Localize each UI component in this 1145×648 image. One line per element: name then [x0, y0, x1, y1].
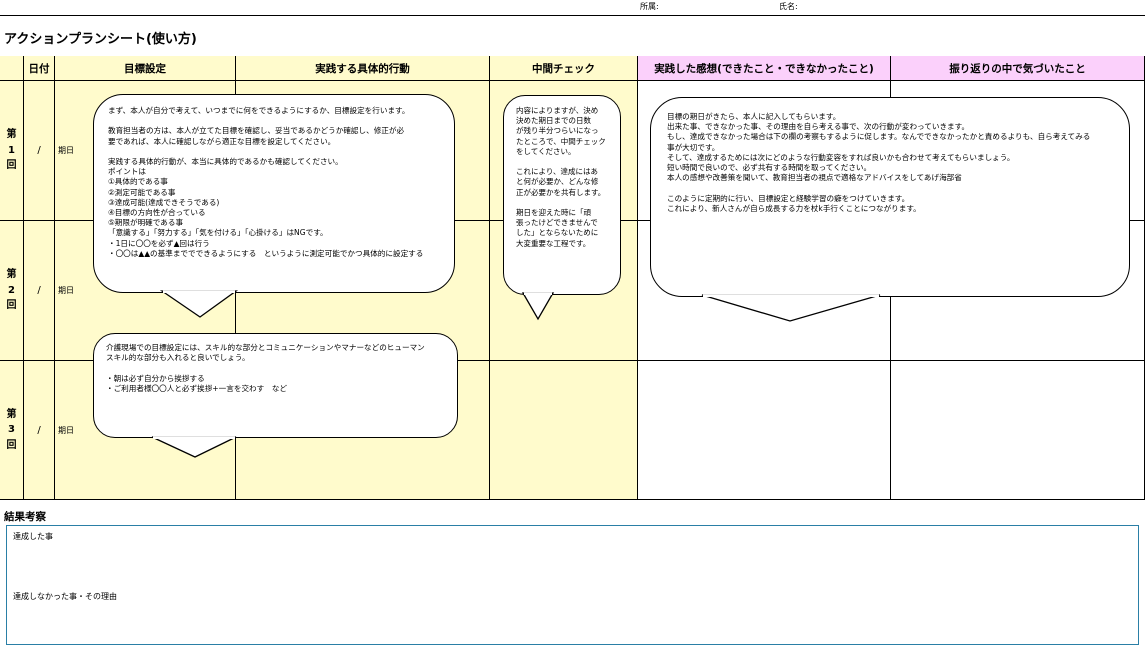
row-label-1: 第1回 [0, 81, 24, 221]
achieved-label: 達成した事 [13, 532, 53, 541]
header-goal: 目標設定 [55, 56, 236, 81]
mid-check-callout: 内容によりますが、決め 決めた期日までの日数 が残り半分つらいになっ たところで… [503, 95, 621, 295]
impression-callout-tail [701, 294, 881, 322]
header-blank [0, 56, 24, 81]
date-cell-2[interactable]: / [24, 221, 55, 361]
header-reflection: 振り返りの中で気づいたこと [891, 56, 1145, 81]
care-goal-callout-tail [151, 436, 237, 458]
impression-cell-3[interactable] [638, 361, 891, 500]
results-title: 結果考察 [4, 511, 46, 523]
affiliation-label: 所属: [640, 2, 659, 11]
name-label: 氏名: [779, 2, 798, 11]
date-cell-1[interactable]: / [24, 81, 55, 221]
results-box[interactable]: 達成した事 達成しなかった事・その理由 [6, 525, 1139, 645]
reflection-cell-3[interactable] [891, 361, 1145, 500]
deadline-label: 期日 [58, 425, 74, 435]
header-action: 実践する具体的行動 [236, 56, 490, 81]
care-goal-callout: 介護現場での目標設定には、スキル的な部分とコミュニケーションやマナーなどのヒュー… [93, 333, 458, 438]
mid-check-cell-3[interactable] [490, 361, 638, 500]
goal-guide-callout: まず、本人が自分で考えて、いつまでに何をできるようにするか、目標設定を行います。… [93, 94, 455, 293]
header-impression: 実践した感想(できたこと・できなかったこと) [638, 56, 891, 81]
row-label-2: 第2回 [0, 221, 24, 361]
deadline-label: 期日 [58, 286, 74, 295]
page-title: アクションプランシート(使い方) [4, 32, 197, 47]
header-divider [0, 15, 1145, 16]
date-cell-3[interactable]: / [24, 361, 55, 500]
impression-callout: 目標の期日がきたら、本人に記入してもらいます。 出来た事、できなかった事、その理… [650, 97, 1130, 297]
deadline-label: 期日 [58, 146, 74, 155]
header-mid-check: 中間チェック [490, 56, 638, 81]
row-label-3: 第3回 [0, 361, 24, 500]
header-date: 日付 [24, 56, 55, 81]
not-achieved-label: 達成しなかった事・その理由 [13, 592, 117, 601]
goal-callout-tail [159, 290, 239, 318]
mid-check-callout-tail [521, 292, 555, 321]
